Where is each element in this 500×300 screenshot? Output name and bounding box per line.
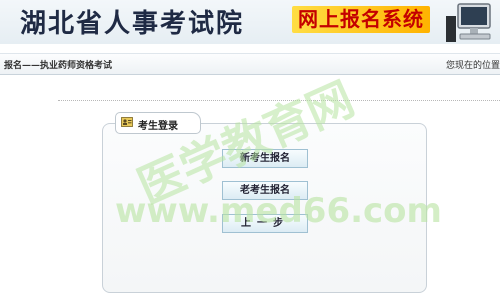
system-title: 网上报名系统 — [292, 6, 430, 33]
dotted-divider — [58, 100, 500, 101]
previous-step-button[interactable]: 上一步 — [222, 214, 308, 233]
login-tab-label: 考生登录 — [138, 121, 178, 132]
header-banner: 湖北省人事考试院 网上报名系统 — [0, 0, 500, 44]
new-candidate-button[interactable]: 新考生报名 — [222, 149, 308, 168]
returning-candidate-button[interactable]: 老考生报名 — [222, 181, 308, 200]
user-card-icon — [121, 117, 133, 127]
location-label: 您现在的位置 — [445, 61, 500, 71]
computer-icon — [446, 3, 491, 42]
nav-bar: 报名——执业药师资格考试 您现在的位置 — [0, 53, 500, 75]
breadcrumb: 报名——执业药师资格考试 — [4, 61, 113, 71]
site-title: 湖北省人事考试院 — [20, 9, 245, 39]
